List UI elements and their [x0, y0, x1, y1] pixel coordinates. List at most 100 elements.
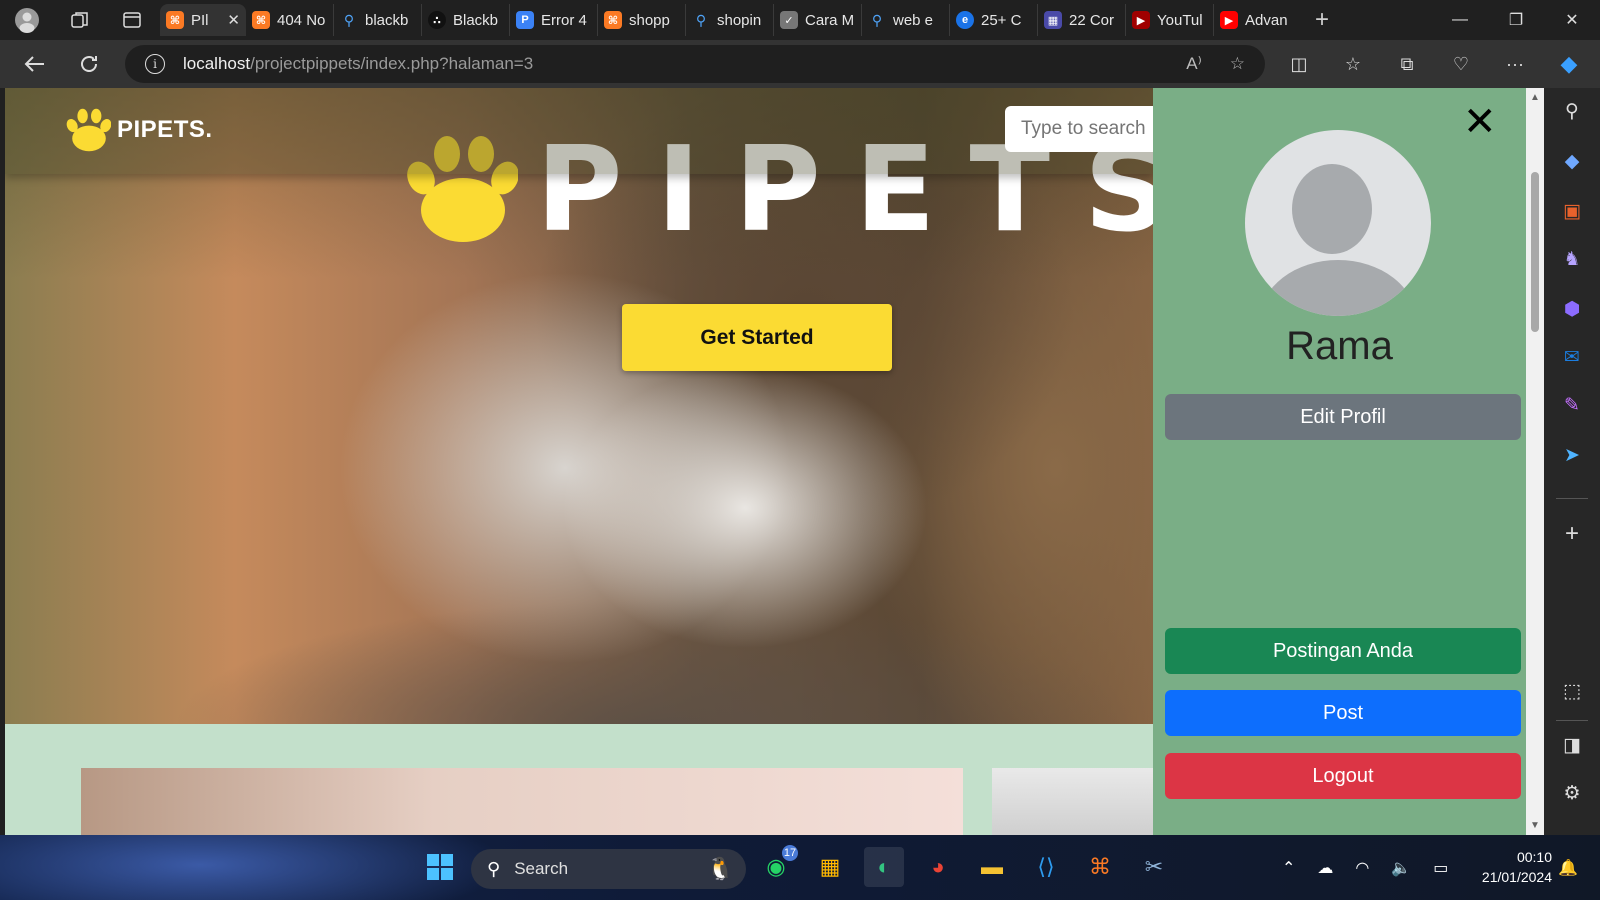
tab-label: Advan: [1245, 11, 1288, 29]
tab[interactable]: ∴ Blackb: [422, 4, 510, 36]
designer-icon[interactable]: ✎: [1544, 394, 1600, 417]
wifi-icon[interactable]: ◠: [1355, 858, 1369, 878]
post-button[interactable]: Post: [1165, 690, 1521, 736]
tools-icon[interactable]: ▣: [1544, 200, 1600, 223]
taskbar-search[interactable]: ⚲ Search 🐧: [471, 849, 746, 889]
scroll-up-icon[interactable]: ▲: [1530, 92, 1540, 103]
tab[interactable]: ⚲ web e: [862, 4, 950, 36]
snipping-tool-icon[interactable]: ✂: [1134, 847, 1174, 887]
tab[interactable]: ⌘ 404 No: [246, 4, 334, 36]
scroll-thumb[interactable]: [1531, 172, 1539, 332]
send-icon[interactable]: ➤: [1544, 444, 1600, 467]
shopping-tag-icon[interactable]: ◆: [1544, 150, 1600, 173]
outlook-icon[interactable]: ✉: [1544, 346, 1600, 369]
grid-site-icon: ▦: [1044, 11, 1062, 29]
site-navbar: PIPETS.: [5, 88, 1165, 174]
edge-sidebar: ⚲ ◆ ▣ ♞ ⬢ ✉ ✎ ➤ + ⬚ ◨ ⚙: [1544, 88, 1600, 835]
search-input[interactable]: [1005, 106, 1165, 152]
collections-icon[interactable]: ⧉: [1380, 54, 1434, 75]
new-tab-icon[interactable]: +: [1302, 0, 1342, 40]
youtube-icon: ▶: [1132, 11, 1150, 29]
time: 00:10: [1516, 849, 1552, 865]
penguin-decoration-icon: 🐧: [706, 856, 734, 881]
scroll-down-icon[interactable]: ▼: [1530, 820, 1540, 831]
search-icon[interactable]: ⚲: [1544, 100, 1600, 123]
tab-label: web e: [893, 11, 934, 29]
settings-gear-icon[interactable]: ⚙: [1544, 782, 1600, 805]
xampp-icon[interactable]: ⌘: [1080, 847, 1120, 887]
paw-logo-icon: [66, 108, 111, 152]
url-input[interactable]: i localhost/projectpippets/index.php?hal…: [125, 45, 1265, 83]
favorite-star-icon[interactable]: ☆: [1230, 54, 1245, 74]
tab[interactable]: ⌘ shopp: [598, 4, 686, 36]
taskbar-search-label: Search: [514, 859, 569, 878]
close-sidebar-icon[interactable]: ✕: [1463, 102, 1497, 142]
post-card-image[interactable]: [992, 768, 1153, 835]
copilot-app-icon[interactable]: ⬢: [1544, 298, 1600, 321]
volume-icon[interactable]: 🔈: [1391, 858, 1411, 878]
restore-icon[interactable]: ❐: [1488, 0, 1544, 40]
workspaces-icon[interactable]: [54, 0, 106, 40]
notification-bell-icon[interactable]: 🔔: [1558, 835, 1578, 900]
games-icon[interactable]: ♞: [1544, 248, 1600, 271]
logout-button[interactable]: Logout: [1165, 753, 1521, 799]
brand-logo[interactable]: PIPETS.: [65, 108, 213, 152]
refresh-icon[interactable]: [62, 40, 116, 88]
tab-actions-icon[interactable]: [106, 0, 158, 40]
microsoft-store-icon[interactable]: ▦: [810, 847, 850, 887]
window-close-icon[interactable]: ✕: [1544, 0, 1600, 40]
e-site-icon: e: [956, 11, 974, 29]
tab-label: YouTul: [1157, 11, 1203, 29]
my-posts-button[interactable]: Postingan Anda: [1165, 628, 1521, 674]
clock[interactable]: 00:10 21/01/2024: [1462, 847, 1552, 887]
more-menu-icon[interactable]: ···: [1488, 54, 1542, 75]
file-explorer-icon[interactable]: ▬: [972, 847, 1012, 887]
tab[interactable]: ▶ YouTul: [1126, 4, 1214, 36]
taskbar: ⚲ Search 🐧 ◉ 17 ▦ ◐ ◕ ▬ ⟨⟩ ⌘ ✂ ⌃ ☁ ◠ 🔈 ▭ …: [0, 835, 1600, 900]
add-icon[interactable]: +: [1544, 520, 1600, 548]
chrome-icon[interactable]: ◕: [918, 847, 958, 887]
edge-browser-icon[interactable]: ◐: [864, 847, 904, 887]
blackbox-icon: ∴: [428, 11, 446, 29]
profile-icon[interactable]: [0, 0, 54, 40]
tab-label: Cara M: [805, 11, 855, 29]
get-started-button[interactable]: Get Started: [622, 304, 892, 371]
close-tab-icon[interactable]: ✕: [227, 11, 240, 29]
back-icon[interactable]: [8, 40, 62, 88]
edit-profile-button[interactable]: Edit Profil: [1165, 394, 1521, 440]
browser-essentials-icon[interactable]: ♡: [1434, 54, 1488, 75]
tab[interactable]: ✓ Cara M: [774, 4, 862, 36]
chevron-up-icon[interactable]: ⌃: [1282, 858, 1295, 878]
xampp-icon: ⌘: [166, 11, 184, 29]
search-icon: ⚲: [695, 11, 707, 28]
minimize-icon[interactable]: —: [1432, 0, 1488, 40]
start-windows-icon[interactable]: [420, 847, 460, 887]
site-info-icon[interactable]: i: [145, 54, 165, 74]
tab[interactable]: P Error 4: [510, 4, 598, 36]
copilot-icon[interactable]: ◆: [1542, 51, 1596, 77]
favorites-icon[interactable]: ☆: [1326, 54, 1380, 75]
whatsapp-icon[interactable]: ◉ 17: [756, 843, 800, 887]
search-icon: ⚲: [487, 858, 501, 879]
page-scrollbar[interactable]: ▲ ▼: [1526, 88, 1544, 835]
split-screen-icon[interactable]: ◫: [1272, 54, 1326, 75]
battery-icon[interactable]: ▭: [1433, 858, 1448, 878]
tab[interactable]: e 25+ C: [950, 4, 1038, 36]
rail-divider: [1556, 498, 1588, 499]
read-aloud-icon[interactable]: A⁾: [1186, 54, 1202, 74]
sidebar-toggle-icon[interactable]: ◨: [1544, 734, 1600, 757]
tab[interactable]: ▶ Advan: [1214, 4, 1302, 36]
tab[interactable]: ⚲ blackb: [334, 4, 422, 36]
screenshot-icon[interactable]: ⬚: [1544, 680, 1600, 703]
onedrive-icon[interactable]: ☁: [1317, 858, 1333, 878]
tab[interactable]: ⚲ shopin: [686, 4, 774, 36]
tab[interactable]: ▦ 22 Cor: [1038, 4, 1126, 36]
tab-active[interactable]: ⌘ PIl ✕: [160, 4, 246, 36]
vscode-icon[interactable]: ⟨⟩: [1026, 847, 1066, 887]
notification-badge: 17: [780, 843, 800, 863]
tab-strip: ⌘ PIl ✕ ⌘ 404 No ⚲ blackb ∴ Blackb P Err…: [0, 0, 1600, 40]
post-card-image[interactable]: [81, 768, 963, 835]
address-bar-row: i localhost/projectpippets/index.php?hal…: [0, 40, 1600, 88]
checkmark-icon: ✓: [780, 11, 798, 29]
tab-label: shopin: [717, 11, 762, 29]
